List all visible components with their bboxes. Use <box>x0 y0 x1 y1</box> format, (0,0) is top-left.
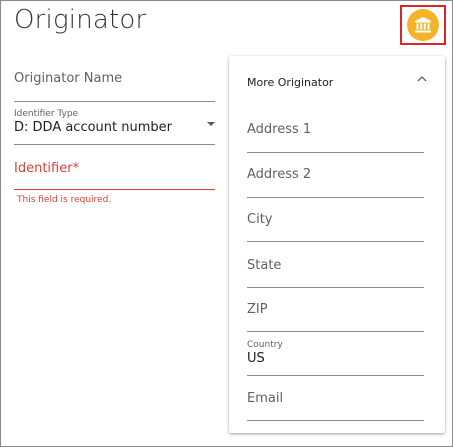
zip-label: ZIP <box>247 302 268 317</box>
originator-card: Originator Originator Name Identifier Ty… <box>0 0 453 447</box>
country-field[interactable]: Country US <box>247 340 424 376</box>
more-originator-panel: More Originator Address 1 Address 2 City… <box>229 56 445 433</box>
zip-underline <box>247 331 424 332</box>
chevron-up-icon[interactable] <box>416 74 428 84</box>
identifier-type-value: D: DDA account number <box>14 120 172 135</box>
bank-button-highlight <box>400 5 446 45</box>
identifier-type-underline <box>14 144 215 145</box>
address2-underline <box>247 197 424 198</box>
state-underline <box>247 287 424 288</box>
panel-title: More Originator <box>247 76 334 89</box>
address1-underline <box>247 152 424 153</box>
dropdown-arrow-icon <box>207 122 215 126</box>
country-label: Country <box>247 340 283 350</box>
country-underline <box>247 375 424 376</box>
identifier-label: Identifier* <box>14 161 80 176</box>
originator-name-label: Originator Name <box>14 71 123 86</box>
address1-label: Address 1 <box>247 122 312 137</box>
address1-field[interactable]: Address 1 <box>247 122 424 153</box>
identifier-underline <box>14 189 215 190</box>
city-label: City <box>247 212 273 227</box>
state-label: State <box>247 258 282 273</box>
address2-label: Address 2 <box>247 167 312 182</box>
country-value: US <box>247 351 265 366</box>
city-underline <box>247 241 424 242</box>
zip-field[interactable]: ZIP <box>247 302 424 333</box>
address2-field[interactable]: Address 2 <box>247 167 424 198</box>
city-field[interactable]: City <box>247 212 424 243</box>
originator-name-field[interactable]: Originator Name <box>14 71 215 102</box>
bank-icon <box>415 17 431 33</box>
identifier-error-message: This field is required. <box>17 195 112 205</box>
page-title: Originator <box>14 5 147 35</box>
identifier-field[interactable]: Identifier* <box>14 161 215 190</box>
identifier-type-label: Identifier Type <box>14 109 79 119</box>
identifier-type-select[interactable]: Identifier Type D: DDA account number <box>14 109 215 145</box>
email-label: Email <box>247 391 284 406</box>
email-underline <box>247 420 424 421</box>
state-field[interactable]: State <box>247 258 424 289</box>
originator-name-underline <box>14 101 215 102</box>
email-field[interactable]: Email <box>247 391 424 422</box>
bank-button[interactable] <box>407 9 439 41</box>
